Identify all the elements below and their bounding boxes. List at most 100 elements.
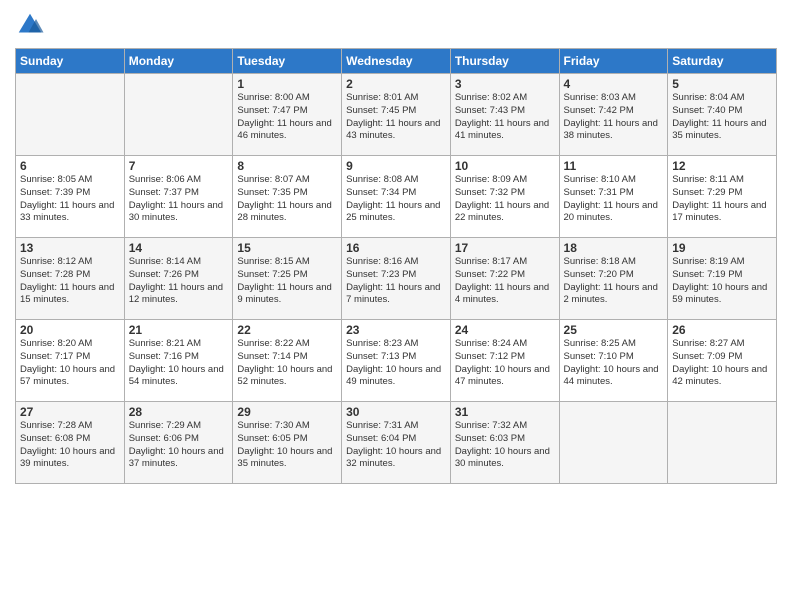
calendar-cell: 16Sunrise: 8:16 AM Sunset: 7:23 PM Dayli… [342,238,451,320]
day-number: 19 [672,241,772,255]
calendar-cell [668,402,777,484]
day-number: 17 [455,241,555,255]
day-info: Sunrise: 8:21 AM Sunset: 7:16 PM Dayligh… [129,338,229,389]
day-info: Sunrise: 8:22 AM Sunset: 7:14 PM Dayligh… [237,338,337,389]
day-number: 20 [20,323,120,337]
day-number: 30 [346,405,446,419]
calendar-cell: 21Sunrise: 8:21 AM Sunset: 7:16 PM Dayli… [124,320,233,402]
calendar-cell: 11Sunrise: 8:10 AM Sunset: 7:31 PM Dayli… [559,156,668,238]
day-number: 28 [129,405,229,419]
calendar-cell [16,74,125,156]
calendar-cell: 27Sunrise: 7:28 AM Sunset: 6:08 PM Dayli… [16,402,125,484]
day-number: 24 [455,323,555,337]
calendar-cell: 23Sunrise: 8:23 AM Sunset: 7:13 PM Dayli… [342,320,451,402]
calendar-day-header: Thursday [450,49,559,74]
logo [15,10,49,40]
day-number: 1 [237,77,337,91]
calendar-day-header: Monday [124,49,233,74]
day-number: 7 [129,159,229,173]
calendar-day-header: Saturday [668,49,777,74]
day-info: Sunrise: 8:15 AM Sunset: 7:25 PM Dayligh… [237,256,337,307]
day-info: Sunrise: 8:23 AM Sunset: 7:13 PM Dayligh… [346,338,446,389]
day-number: 29 [237,405,337,419]
calendar-cell: 30Sunrise: 7:31 AM Sunset: 6:04 PM Dayli… [342,402,451,484]
calendar-cell: 19Sunrise: 8:19 AM Sunset: 7:19 PM Dayli… [668,238,777,320]
day-number: 18 [564,241,664,255]
header [15,10,777,40]
calendar-cell: 6Sunrise: 8:05 AM Sunset: 7:39 PM Daylig… [16,156,125,238]
day-info: Sunrise: 8:03 AM Sunset: 7:42 PM Dayligh… [564,92,664,143]
calendar-day-header: Friday [559,49,668,74]
day-info: Sunrise: 8:14 AM Sunset: 7:26 PM Dayligh… [129,256,229,307]
day-number: 16 [346,241,446,255]
day-info: Sunrise: 8:01 AM Sunset: 7:45 PM Dayligh… [346,92,446,143]
calendar-day-header: Sunday [16,49,125,74]
calendar-cell: 13Sunrise: 8:12 AM Sunset: 7:28 PM Dayli… [16,238,125,320]
calendar-week-row: 6Sunrise: 8:05 AM Sunset: 7:39 PM Daylig… [16,156,777,238]
calendar-cell [559,402,668,484]
day-number: 13 [20,241,120,255]
day-number: 6 [20,159,120,173]
day-info: Sunrise: 8:05 AM Sunset: 7:39 PM Dayligh… [20,174,120,225]
calendar-cell: 3Sunrise: 8:02 AM Sunset: 7:43 PM Daylig… [450,74,559,156]
day-number: 8 [237,159,337,173]
calendar-week-row: 20Sunrise: 8:20 AM Sunset: 7:17 PM Dayli… [16,320,777,402]
day-info: Sunrise: 8:17 AM Sunset: 7:22 PM Dayligh… [455,256,555,307]
calendar-cell: 5Sunrise: 8:04 AM Sunset: 7:40 PM Daylig… [668,74,777,156]
day-info: Sunrise: 8:07 AM Sunset: 7:35 PM Dayligh… [237,174,337,225]
day-info: Sunrise: 8:12 AM Sunset: 7:28 PM Dayligh… [20,256,120,307]
day-info: Sunrise: 8:16 AM Sunset: 7:23 PM Dayligh… [346,256,446,307]
calendar-week-row: 13Sunrise: 8:12 AM Sunset: 7:28 PM Dayli… [16,238,777,320]
calendar-cell: 4Sunrise: 8:03 AM Sunset: 7:42 PM Daylig… [559,74,668,156]
day-number: 25 [564,323,664,337]
calendar-cell: 10Sunrise: 8:09 AM Sunset: 7:32 PM Dayli… [450,156,559,238]
day-number: 5 [672,77,772,91]
calendar-cell: 24Sunrise: 8:24 AM Sunset: 7:12 PM Dayli… [450,320,559,402]
day-number: 21 [129,323,229,337]
day-info: Sunrise: 7:31 AM Sunset: 6:04 PM Dayligh… [346,420,446,471]
calendar-cell: 18Sunrise: 8:18 AM Sunset: 7:20 PM Dayli… [559,238,668,320]
calendar-cell: 20Sunrise: 8:20 AM Sunset: 7:17 PM Dayli… [16,320,125,402]
day-number: 11 [564,159,664,173]
calendar-table: SundayMondayTuesdayWednesdayThursdayFrid… [15,48,777,484]
day-number: 9 [346,159,446,173]
day-info: Sunrise: 7:28 AM Sunset: 6:08 PM Dayligh… [20,420,120,471]
day-number: 23 [346,323,446,337]
day-number: 22 [237,323,337,337]
day-info: Sunrise: 8:20 AM Sunset: 7:17 PM Dayligh… [20,338,120,389]
day-info: Sunrise: 8:27 AM Sunset: 7:09 PM Dayligh… [672,338,772,389]
calendar-week-row: 1Sunrise: 8:00 AM Sunset: 7:47 PM Daylig… [16,74,777,156]
calendar-cell: 15Sunrise: 8:15 AM Sunset: 7:25 PM Dayli… [233,238,342,320]
day-number: 15 [237,241,337,255]
calendar-cell: 8Sunrise: 8:07 AM Sunset: 7:35 PM Daylig… [233,156,342,238]
calendar-day-header: Wednesday [342,49,451,74]
day-number: 4 [564,77,664,91]
calendar-cell: 28Sunrise: 7:29 AM Sunset: 6:06 PM Dayli… [124,402,233,484]
day-info: Sunrise: 8:09 AM Sunset: 7:32 PM Dayligh… [455,174,555,225]
day-info: Sunrise: 8:25 AM Sunset: 7:10 PM Dayligh… [564,338,664,389]
calendar-cell: 29Sunrise: 7:30 AM Sunset: 6:05 PM Dayli… [233,402,342,484]
day-info: Sunrise: 7:29 AM Sunset: 6:06 PM Dayligh… [129,420,229,471]
calendar-cell: 2Sunrise: 8:01 AM Sunset: 7:45 PM Daylig… [342,74,451,156]
calendar-cell: 1Sunrise: 8:00 AM Sunset: 7:47 PM Daylig… [233,74,342,156]
day-info: Sunrise: 8:04 AM Sunset: 7:40 PM Dayligh… [672,92,772,143]
day-number: 31 [455,405,555,419]
main-container: SundayMondayTuesdayWednesdayThursdayFrid… [0,0,792,612]
day-info: Sunrise: 8:00 AM Sunset: 7:47 PM Dayligh… [237,92,337,143]
day-info: Sunrise: 8:18 AM Sunset: 7:20 PM Dayligh… [564,256,664,307]
calendar-week-row: 27Sunrise: 7:28 AM Sunset: 6:08 PM Dayli… [16,402,777,484]
day-number: 27 [20,405,120,419]
calendar-header-row: SundayMondayTuesdayWednesdayThursdayFrid… [16,49,777,74]
calendar-cell: 25Sunrise: 8:25 AM Sunset: 7:10 PM Dayli… [559,320,668,402]
day-number: 12 [672,159,772,173]
day-info: Sunrise: 7:32 AM Sunset: 6:03 PM Dayligh… [455,420,555,471]
day-info: Sunrise: 8:06 AM Sunset: 7:37 PM Dayligh… [129,174,229,225]
logo-icon [15,10,45,40]
day-info: Sunrise: 8:02 AM Sunset: 7:43 PM Dayligh… [455,92,555,143]
day-info: Sunrise: 8:24 AM Sunset: 7:12 PM Dayligh… [455,338,555,389]
calendar-cell: 12Sunrise: 8:11 AM Sunset: 7:29 PM Dayli… [668,156,777,238]
calendar-cell: 31Sunrise: 7:32 AM Sunset: 6:03 PM Dayli… [450,402,559,484]
day-number: 2 [346,77,446,91]
calendar-cell: 26Sunrise: 8:27 AM Sunset: 7:09 PM Dayli… [668,320,777,402]
calendar-cell: 14Sunrise: 8:14 AM Sunset: 7:26 PM Dayli… [124,238,233,320]
